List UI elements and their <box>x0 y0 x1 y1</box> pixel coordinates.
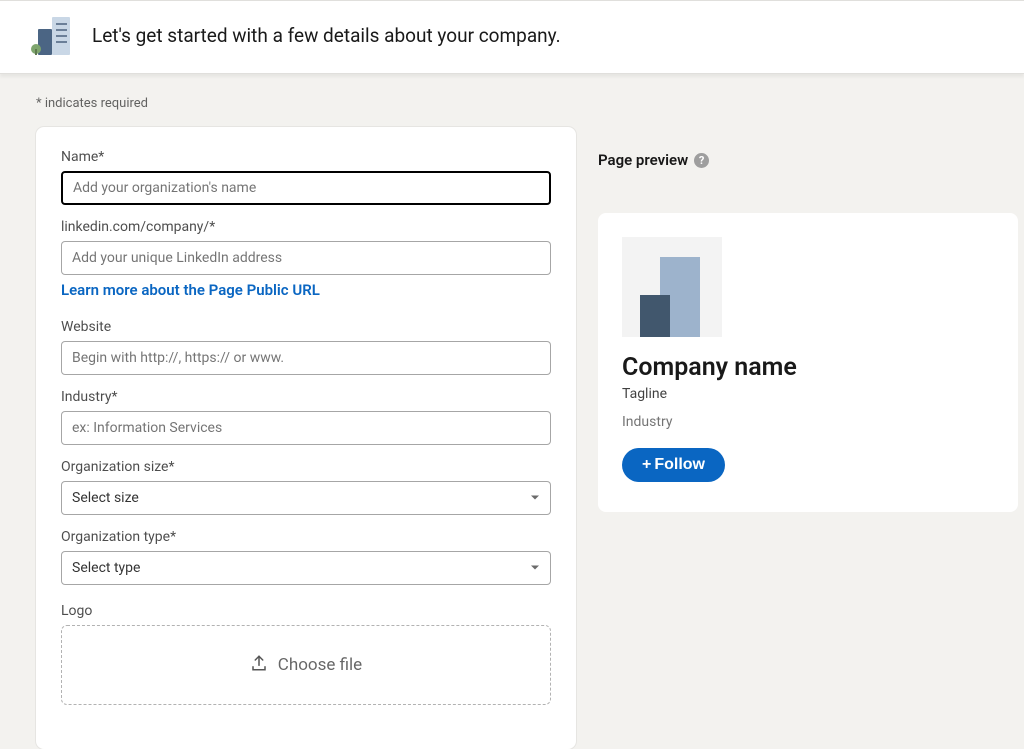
preview-title: Page preview <box>598 151 688 169</box>
company-create-icon <box>30 15 72 55</box>
preview-tagline: Tagline <box>622 386 994 402</box>
website-label: Website <box>61 319 551 335</box>
follow-button[interactable]: + Follow <box>622 448 725 482</box>
field-size: Organization size* Select size <box>61 459 551 515</box>
form-card: Name* linkedin.com/company/* Learn more … <box>36 127 576 749</box>
website-input[interactable] <box>61 341 551 375</box>
field-name: Name* <box>61 149 551 205</box>
size-selected: Select size <box>72 490 139 506</box>
field-type: Organization type* Select type <box>61 529 551 585</box>
name-label: Name* <box>61 149 551 165</box>
url-input[interactable] <box>61 241 551 275</box>
top-banner: Let's get started with a few details abo… <box>0 0 1024 74</box>
preview-card: Company name Tagline Industry + Follow <box>598 213 1018 512</box>
field-logo: Logo Choose file <box>61 603 551 705</box>
type-select[interactable]: Select type <box>61 551 551 585</box>
field-industry: Industry* <box>61 389 551 445</box>
preview-company-name: Company name <box>622 353 994 382</box>
url-label: linkedin.com/company/* <box>61 219 551 235</box>
field-website: Website <box>61 319 551 375</box>
size-label: Organization size* <box>61 459 551 475</box>
plus-icon: + <box>642 456 651 474</box>
field-url: linkedin.com/company/* Learn more about … <box>61 219 551 305</box>
size-select[interactable]: Select size <box>61 481 551 515</box>
name-input[interactable] <box>61 171 551 205</box>
industry-label: Industry* <box>61 389 551 405</box>
help-icon[interactable]: ? <box>694 153 709 168</box>
industry-input[interactable] <box>61 411 551 445</box>
upload-icon <box>250 654 268 677</box>
logo-label: Logo <box>61 603 551 619</box>
logo-upload[interactable]: Choose file <box>61 625 551 705</box>
follow-label: Follow <box>654 456 705 474</box>
public-url-help-link[interactable]: Learn more about the Page Public URL <box>61 281 320 299</box>
preview-industry: Industry <box>622 414 994 430</box>
choose-file-label: Choose file <box>278 655 362 675</box>
type-selected: Select type <box>72 560 140 576</box>
required-note: * indicates required <box>36 96 1024 111</box>
type-label: Organization type* <box>61 529 551 545</box>
logo-placeholder-icon <box>622 237 722 337</box>
preview-column: Page preview ? Company name Tagline Indu… <box>598 127 1024 512</box>
banner-headline: Let's get started with a few details abo… <box>92 24 561 47</box>
